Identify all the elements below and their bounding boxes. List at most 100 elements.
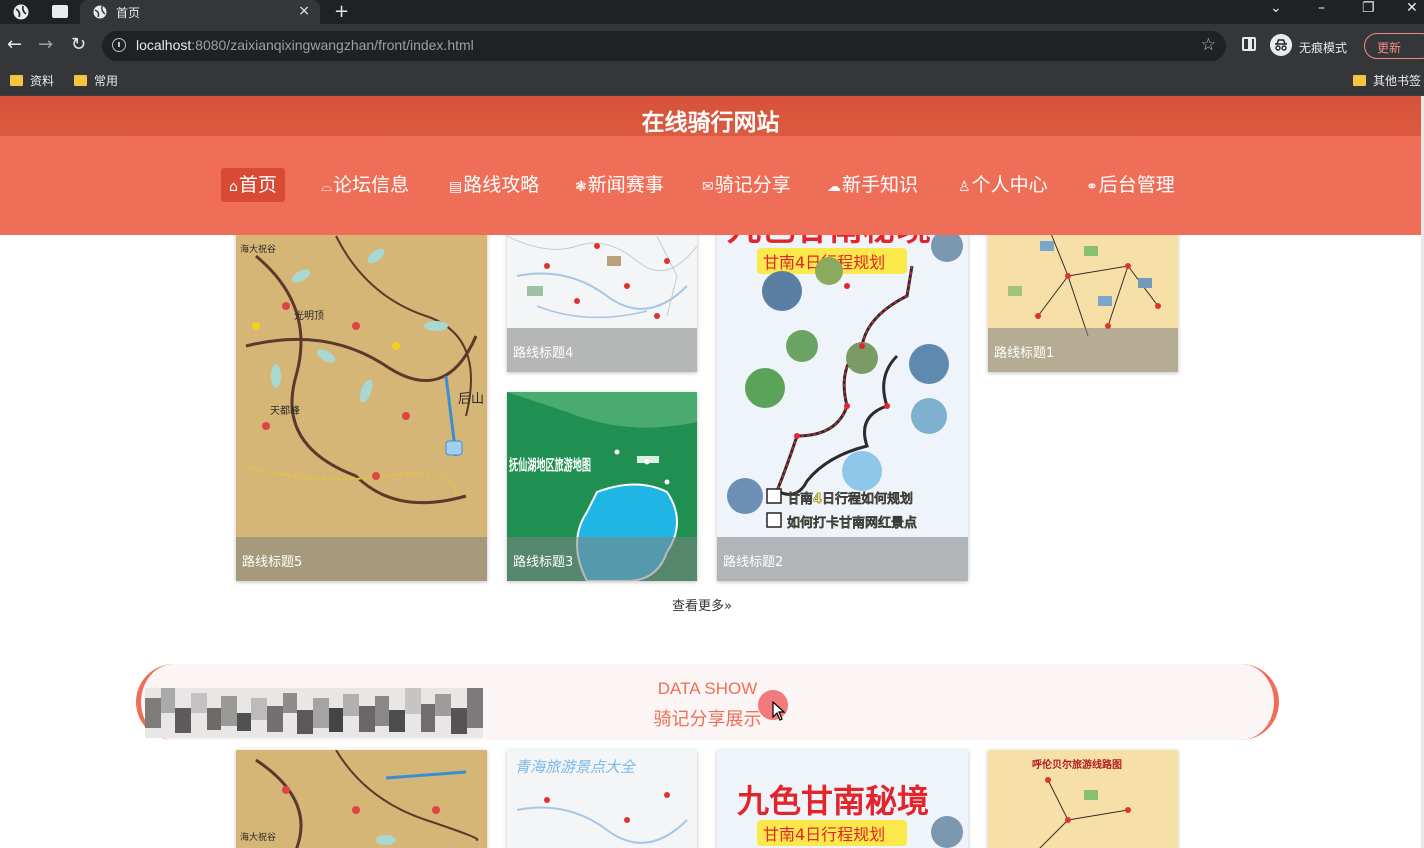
- folder-icon: [74, 75, 87, 86]
- nav-label: 后台管理: [1098, 174, 1175, 196]
- update-button[interactable]: 更新: [1364, 33, 1424, 59]
- map-label-valley: 海大祝谷: [240, 243, 276, 255]
- restore-icon[interactable]: ❐: [1362, 0, 1375, 16]
- qinghai-map-title: 青海旅游景点大全: [515, 758, 637, 776]
- globe-icon: [93, 5, 107, 19]
- other-bookmarks[interactable]: 其他书签: [1353, 72, 1421, 89]
- nav-personal-center[interactable]: ♙个人中心: [950, 168, 1056, 202]
- site-info-icon[interactable]: [112, 38, 126, 52]
- tab-search-chevron-icon[interactable]: ⌄: [1270, 0, 1282, 16]
- tab-overview-icon[interactable]: [52, 5, 68, 18]
- share-card-2[interactable]: 青海旅游景点大全: [507, 750, 697, 848]
- route-card-3[interactable]: 抚仙湖地区旅游地图 路线标题3: [507, 392, 697, 581]
- bookmark-label: 常用: [94, 74, 119, 88]
- tab-home[interactable]: 首页 ×: [80, 0, 320, 24]
- back-arrow-icon[interactable]: ←: [7, 34, 22, 55]
- nav-admin[interactable]: ⚭后台管理: [1078, 168, 1183, 202]
- folder-icon: [1353, 75, 1366, 86]
- url-path: :8080/zaixianqixingwangzhan/front/index.…: [191, 37, 474, 53]
- nav-route-guide[interactable]: ▤路线攻略: [441, 168, 547, 202]
- url-host: localhost: [136, 37, 192, 53]
- hulunbuir-map-image: 呼伦贝尔旅游线路图: [988, 750, 1178, 848]
- new-tab-button[interactable]: +: [334, 1, 349, 22]
- gannan-map-image: 九色甘南秘境 甘南4日行程规划: [717, 750, 968, 848]
- route-card-caption: 路线标题2: [717, 537, 968, 581]
- nav-label: 路线攻略: [463, 174, 540, 196]
- address-bar[interactable]: localhost:8080/zaixianqixingwangzhan/fro…: [102, 31, 1226, 61]
- gannan-map-title: 九色甘南秘境: [737, 782, 929, 820]
- home-icon: ⌂: [229, 179, 238, 195]
- share-card-4[interactable]: 呼伦贝尔旅游线路图: [988, 750, 1178, 848]
- bookmark-folder-common[interactable]: 常用: [74, 72, 118, 89]
- user-icon: ♙: [958, 179, 971, 195]
- bookmark-label: 其他书签: [1373, 74, 1422, 88]
- map-label-tiandufeng: 天都峰: [270, 405, 300, 417]
- fuxian-map-title: 抚仙湖地区旅游地图: [509, 456, 591, 474]
- map-label-valley: 海大祝谷: [240, 831, 276, 843]
- header-title-bar: 在线骑行网站: [0, 96, 1421, 136]
- nav-ride-share[interactable]: ✉骑记分享: [694, 168, 799, 202]
- site-title: 在线骑行网站: [641, 110, 780, 136]
- chat-icon: ⌓: [321, 179, 333, 195]
- map-label-houshan: 后山: [458, 392, 484, 407]
- url-text[interactable]: localhost:8080/zaixianqixingwangzhan/fro…: [136, 37, 474, 53]
- reload-icon[interactable]: ↻: [71, 34, 86, 55]
- share-card-3[interactable]: 九色甘南秘境 甘南4日行程规划: [717, 750, 968, 848]
- side-panel-icon[interactable]: [1242, 37, 1256, 51]
- gannan-caption-1: 甘南4日行程如何规划: [787, 491, 913, 507]
- route-card-caption: 路线标题5: [236, 537, 487, 581]
- gannan-map-image: 九色甘南秘境 甘南4日行程规划 甘南4日行程如何规划 如何打卡甘南网红景点: [717, 216, 968, 581]
- main-nav: ⌂首页 ⌓论坛信息 ▤路线攻略 ❃新闻赛事 ✉骑记分享 ☁新手知识 ♙个人中心 …: [0, 136, 1421, 235]
- nav-label: 新闻赛事: [587, 174, 664, 196]
- nav-forum[interactable]: ⌓论坛信息: [313, 168, 417, 202]
- globe-icon[interactable]: [12, 3, 30, 21]
- incognito-icon[interactable]: [1270, 34, 1292, 56]
- mouse-cursor-icon: [772, 701, 786, 721]
- nav-news-events[interactable]: ❃新闻赛事: [567, 168, 672, 202]
- nav-label: 个人中心: [971, 174, 1048, 196]
- hulunbuir-map-title: 呼伦贝尔旅游线路图: [1032, 758, 1122, 771]
- nav-label: 首页: [238, 174, 277, 196]
- browser-tab-bar: 首页 × + ⌄ – ❐ ✕: [0, 0, 1424, 24]
- qinghai-map-image: 青海旅游景点大全: [507, 750, 697, 848]
- cloud-icon: ☁: [827, 179, 841, 195]
- flower-icon: ❃: [575, 179, 587, 195]
- browser-toolbar: ← → ↻ localhost:8080/zaixianqixingwangzh…: [0, 24, 1424, 66]
- huangshan-map-image: 海大祝谷: [236, 750, 487, 848]
- web-page: 光明顶 天都峰 后山 海大祝谷 路线标题5 路线标题4 抚仙湖地区旅游地图 路线…: [0, 96, 1424, 848]
- site-header: 在线骑行网站 ⌂首页 ⌓论坛信息 ▤路线攻略 ❃新闻赛事 ✉骑记分享 ☁新手知识…: [0, 96, 1421, 235]
- route-card-caption: 路线标题3: [507, 537, 697, 581]
- huangshan-map-image: 光明顶 天都峰 后山 海大祝谷: [236, 216, 487, 581]
- nav-label: 新手知识: [842, 174, 919, 196]
- incognito-label: 无痕模式: [1299, 41, 1348, 55]
- bookmarks-bar: 资料 常用 其他书签: [0, 66, 1424, 96]
- share-card-1[interactable]: 海大祝谷: [236, 750, 487, 848]
- route-card-2[interactable]: 九色甘南秘境 甘南4日行程规划 甘南4日行程如何规划 如何打卡甘南网红景点 路线…: [717, 216, 968, 581]
- tab-title: 首页: [116, 6, 141, 20]
- nav-beginner-knowledge[interactable]: ☁新手知识: [819, 168, 926, 202]
- route-card-caption: 路线标题4: [507, 328, 697, 372]
- bookmark-star-icon[interactable]: ☆: [1201, 35, 1216, 55]
- route-card-caption: 路线标题1: [988, 328, 1178, 372]
- nav-label: 论坛信息: [333, 174, 410, 196]
- forward-arrow-icon[interactable]: →: [38, 34, 53, 55]
- minimize-icon[interactable]: –: [1318, 0, 1325, 16]
- close-window-icon[interactable]: ✕: [1406, 0, 1418, 16]
- view-more-link[interactable]: 查看更多»: [672, 595, 732, 614]
- document-icon: ▤: [449, 179, 463, 195]
- pixelated-redaction: [145, 688, 483, 738]
- map-label-guangmingding: 光明顶: [294, 309, 324, 322]
- route-card-5[interactable]: 光明顶 天都峰 后山 海大祝谷 路线标题5: [236, 216, 487, 581]
- nav-label: 骑记分享: [714, 174, 791, 196]
- tab-close-icon[interactable]: ×: [298, 3, 310, 19]
- gannan-map-subtitle: 甘南4日行程规划: [763, 825, 885, 844]
- link-icon: ⚭: [1086, 179, 1098, 195]
- gannan-caption-2: 如何打卡甘南网红景点: [787, 515, 917, 531]
- folder-icon: [10, 75, 23, 86]
- bookmark-folder-materials[interactable]: 资料: [10, 72, 54, 89]
- route-card-1[interactable]: 路线标题1: [988, 216, 1178, 372]
- route-card-4[interactable]: 路线标题4: [507, 216, 697, 372]
- nav-home[interactable]: ⌂首页: [221, 168, 285, 202]
- mail-icon: ✉: [702, 179, 714, 195]
- bookmark-label: 资料: [30, 74, 55, 88]
